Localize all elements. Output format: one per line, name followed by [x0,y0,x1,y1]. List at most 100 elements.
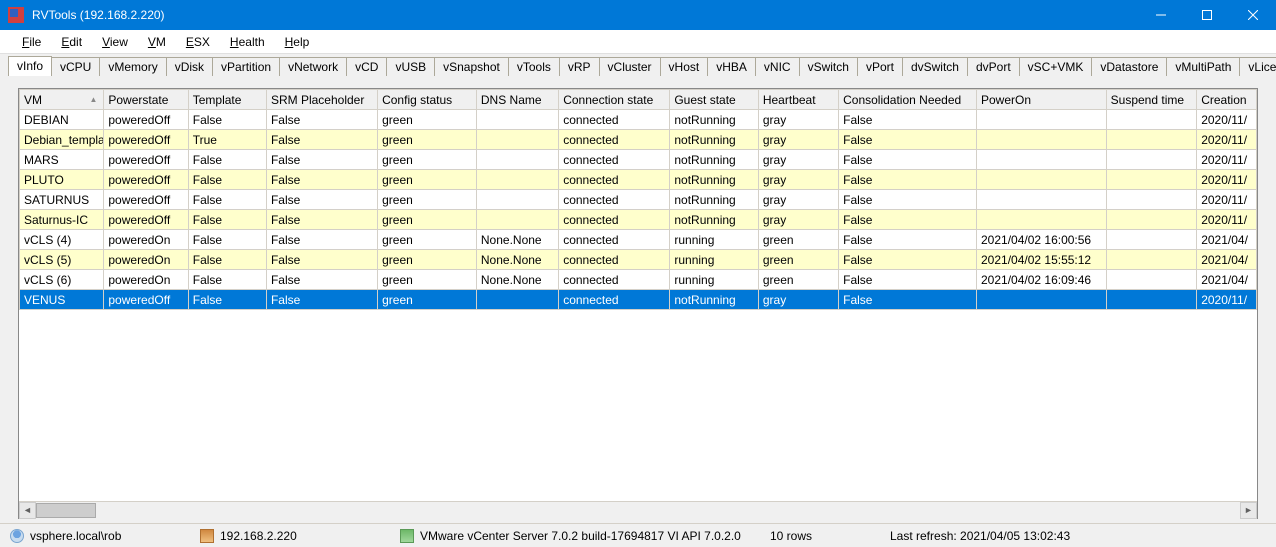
tab-dvswitch[interactable]: dvSwitch [902,57,968,76]
menu-vm[interactable]: VM [138,32,176,52]
cell-srm[interactable]: False [266,130,377,150]
cell-cfg[interactable]: green [378,190,477,210]
tab-vnetwork[interactable]: vNetwork [279,57,347,76]
cell-st[interactable] [1106,130,1197,150]
cell-tpl[interactable]: False [188,170,266,190]
column-header[interactable]: Guest state [670,90,759,110]
grid-scroll[interactable]: VMPowerstateTemplateSRM PlaceholderConfi… [19,89,1257,501]
table-row[interactable]: SATURNUSpoweredOffFalseFalsegreenconnect… [20,190,1257,210]
cell-tpl[interactable]: False [188,210,266,230]
cell-gs[interactable]: notRunning [670,170,759,190]
cell-dns[interactable] [476,210,558,230]
scroll-thumb[interactable] [36,503,96,518]
cell-cfg[interactable]: green [378,150,477,170]
cell-cr[interactable]: 2020/11/ [1197,210,1257,230]
tab-vsc+vmk[interactable]: vSC+VMK [1019,57,1093,76]
cell-conn[interactable]: connected [559,250,670,270]
menu-view[interactable]: View [92,32,138,52]
cell-hb[interactable]: gray [758,190,838,210]
cell-ps[interactable]: poweredOff [104,210,188,230]
table-row[interactable]: vCLS (6)poweredOnFalseFalsegreenNone.Non… [20,270,1257,290]
tab-vcluster[interactable]: vCluster [599,57,661,76]
cell-cn[interactable]: False [839,190,977,210]
cell-hb[interactable]: green [758,250,838,270]
maximize-button[interactable] [1184,0,1230,30]
tab-vnic[interactable]: vNIC [755,57,800,76]
cell-hb[interactable]: gray [758,210,838,230]
cell-gs[interactable]: running [670,250,759,270]
cell-gs[interactable]: running [670,230,759,250]
scroll-right-button[interactable]: ► [1240,502,1257,519]
table-row[interactable]: DEBIANpoweredOffFalseFalsegreenconnected… [20,110,1257,130]
cell-gs[interactable]: notRunning [670,190,759,210]
cell-vm[interactable]: Debian_template [20,130,104,150]
cell-conn[interactable]: connected [559,170,670,190]
menu-esx[interactable]: ESX [176,32,220,52]
cell-po[interactable] [977,130,1107,150]
cell-st[interactable] [1106,110,1197,130]
cell-cfg[interactable]: green [378,210,477,230]
cell-st[interactable] [1106,270,1197,290]
menu-health[interactable]: Health [220,32,275,52]
column-header[interactable]: SRM Placeholder [266,90,377,110]
cell-tpl[interactable]: False [188,270,266,290]
cell-gs[interactable]: notRunning [670,290,759,310]
cell-dns[interactable]: None.None [476,250,558,270]
cell-gs[interactable]: notRunning [670,210,759,230]
column-header[interactable]: DNS Name [476,90,558,110]
tab-vport[interactable]: vPort [857,57,903,76]
cell-cr[interactable]: 2020/11/ [1197,130,1257,150]
table-row[interactable]: vCLS (4)poweredOnFalseFalsegreenNone.Non… [20,230,1257,250]
cell-cr[interactable]: 2020/11/ [1197,290,1257,310]
cell-conn[interactable]: connected [559,130,670,150]
cell-hb[interactable]: gray [758,170,838,190]
tab-vcpu[interactable]: vCPU [51,57,100,76]
cell-gs[interactable]: notRunning [670,130,759,150]
minimize-button[interactable] [1138,0,1184,30]
cell-tpl[interactable]: False [188,250,266,270]
cell-dns[interactable] [476,290,558,310]
cell-hb[interactable]: gray [758,130,838,150]
tab-vsnapshot[interactable]: vSnapshot [434,57,509,76]
cell-dns[interactable]: None.None [476,230,558,250]
scroll-left-button[interactable]: ◄ [19,502,36,519]
cell-vm[interactable]: vCLS (5) [20,250,104,270]
cell-srm[interactable]: False [266,230,377,250]
cell-tpl[interactable]: False [188,110,266,130]
cell-ps[interactable]: poweredOff [104,190,188,210]
cell-st[interactable] [1106,170,1197,190]
cell-dns[interactable] [476,190,558,210]
cell-vm[interactable]: Saturnus-IC [20,210,104,230]
cell-srm[interactable]: False [266,150,377,170]
cell-st[interactable] [1106,150,1197,170]
cell-srm[interactable]: False [266,170,377,190]
cell-cfg[interactable]: green [378,270,477,290]
cell-ps[interactable]: poweredOff [104,110,188,130]
tab-vdatastore[interactable]: vDatastore [1091,57,1167,76]
tab-vtools[interactable]: vTools [508,57,560,76]
cell-conn[interactable]: connected [559,230,670,250]
cell-hb[interactable]: gray [758,290,838,310]
column-header[interactable]: Template [188,90,266,110]
column-header[interactable]: Config status [378,90,477,110]
cell-po[interactable] [977,210,1107,230]
tab-vlicense[interactable]: vLicense [1239,57,1276,76]
cell-hb[interactable]: gray [758,110,838,130]
cell-cr[interactable]: 2021/04/ [1197,230,1257,250]
cell-ps[interactable]: poweredOn [104,230,188,250]
cell-cfg[interactable]: green [378,170,477,190]
tab-vhba[interactable]: vHBA [707,57,756,76]
table-row[interactable]: Saturnus-ICpoweredOffFalseFalsegreenconn… [20,210,1257,230]
cell-st[interactable] [1106,290,1197,310]
cell-po[interactable]: 2021/04/02 16:09:46 [977,270,1107,290]
table-row[interactable]: VENUSpoweredOffFalseFalsegreenconnectedn… [20,290,1257,310]
cell-cn[interactable]: False [839,270,977,290]
cell-dns[interactable]: None.None [476,270,558,290]
tab-vmultipath[interactable]: vMultiPath [1166,57,1240,76]
cell-tpl[interactable]: True [188,130,266,150]
cell-po[interactable] [977,150,1107,170]
cell-conn[interactable]: connected [559,190,670,210]
cell-conn[interactable]: connected [559,210,670,230]
cell-conn[interactable]: connected [559,110,670,130]
column-header[interactable]: PowerOn [977,90,1107,110]
